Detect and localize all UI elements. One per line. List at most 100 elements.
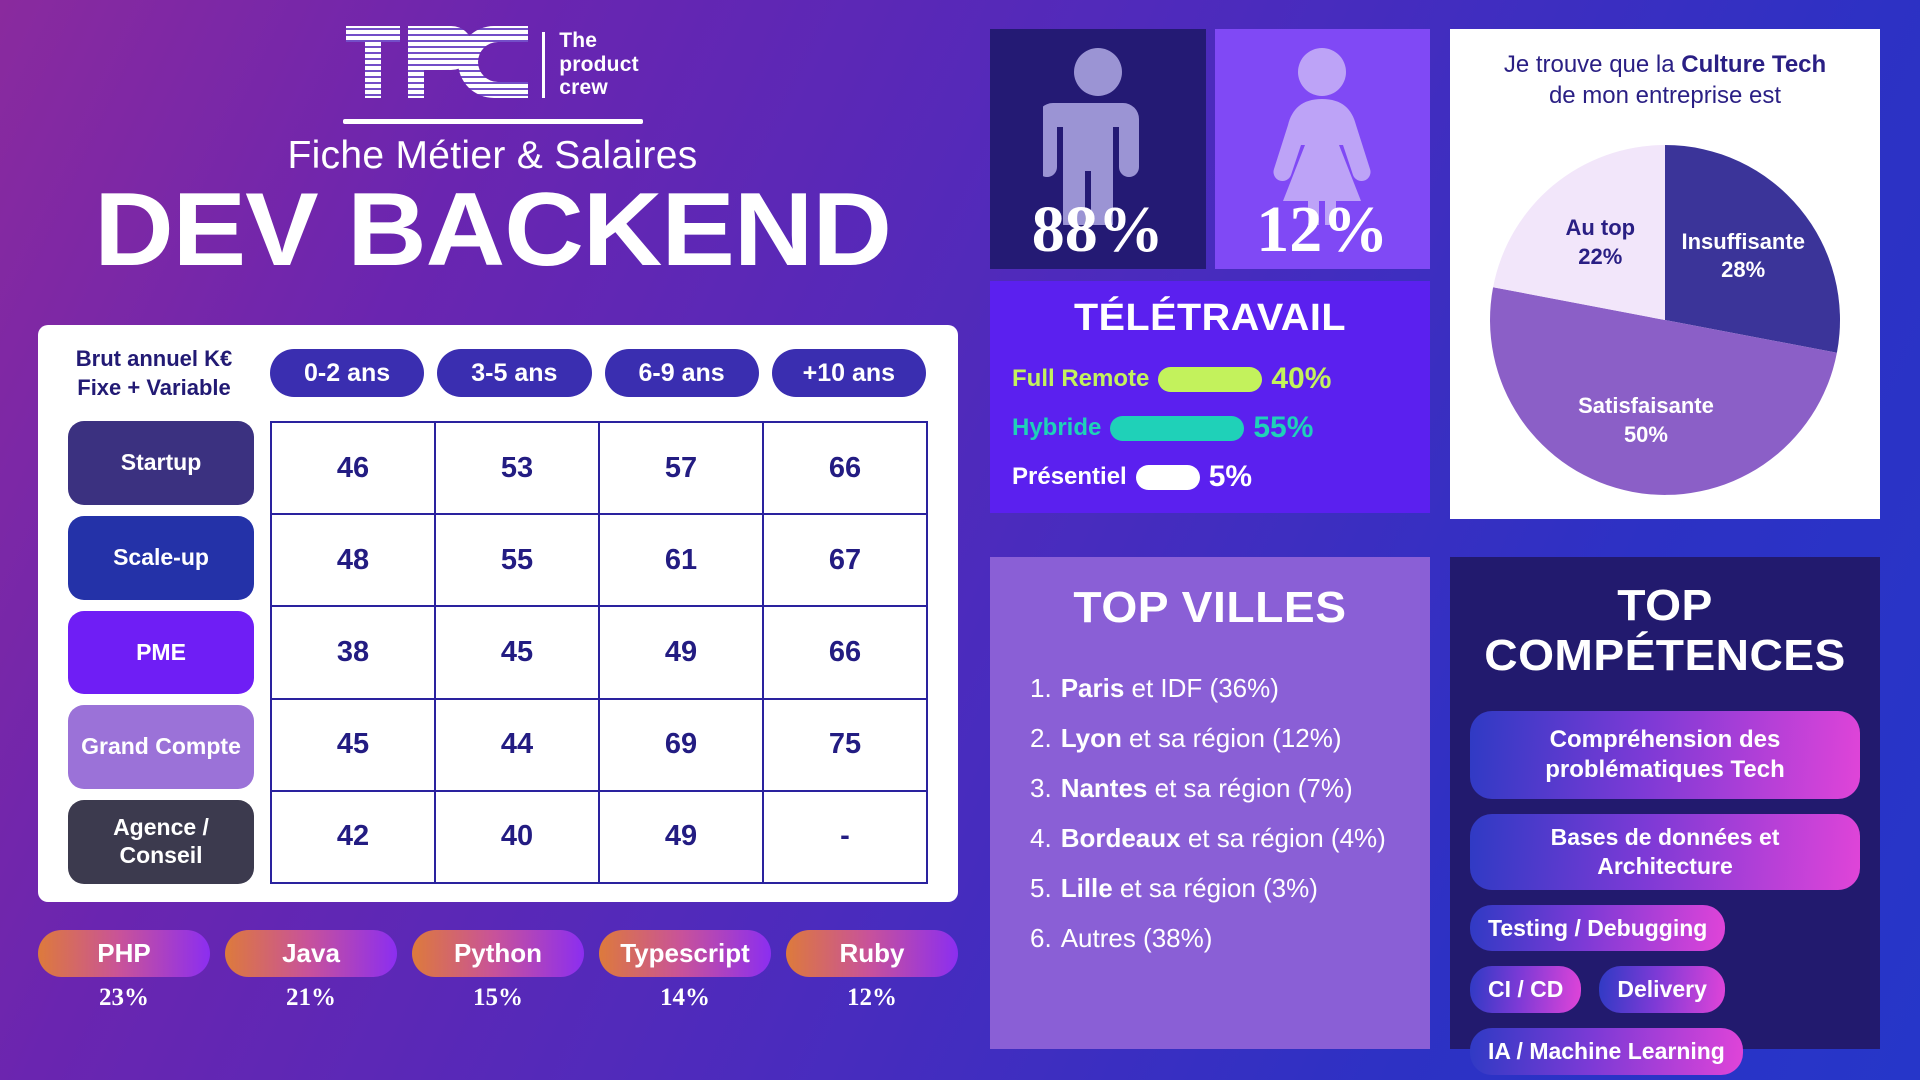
list-item: Typescript 14% [599, 930, 771, 1012]
salary-cell-1-1: 55 [436, 515, 600, 606]
city-text-1: Lyon et sa région (12%) [1060, 723, 1342, 753]
skill-pill-1[interactable]: Bases de données et Architecture [1470, 814, 1860, 890]
table-row: 38 45 49 66 [272, 607, 926, 700]
list-item: 6. Autres (38%) [1030, 923, 1404, 954]
experience-pill-3[interactable]: +10 ans [771, 349, 926, 397]
brand-tagline: The product crew [559, 29, 639, 100]
company-type-label-4[interactable]: Agence / Conseil [68, 800, 254, 884]
salary-cell-1-0: 48 [272, 515, 436, 606]
page-title: DEV BACKEND [94, 172, 892, 288]
language-list: PHP 23% Java 21% Python 15% Typescript 1… [38, 930, 958, 1012]
skill-pill-0[interactable]: Compréhension des problématiques Tech [1470, 711, 1860, 799]
list-item: 4. Bordeaux et sa région (4%) [1030, 823, 1404, 854]
skill-pill-3[interactable]: CI / CD [1470, 966, 1582, 1013]
salary-table-unit-label: Brut annuel K€ Fixe + Variable [38, 344, 270, 402]
salary-cell-4-3: - [840, 820, 850, 853]
female-share-value: 12% [1256, 193, 1389, 266]
caption-suffix: de mon entreprise est [1548, 82, 1782, 110]
top-cities-card: TOP VILLES 1. Paris et IDF (36%) 2. Lyon… [990, 557, 1430, 1049]
logo-divider [542, 31, 546, 98]
salary-cell-3-2: 69 [600, 699, 764, 790]
remote-label-1: Hybride [1012, 414, 1102, 441]
remote-label-2: Présentiel [1012, 463, 1127, 490]
city-text-5: Autres (38%) [1060, 923, 1213, 953]
remote-bar-wrap-2 [1135, 464, 1200, 490]
experience-pill-2[interactable]: 6-9 ans [604, 349, 759, 397]
remote-bar-0 [1158, 366, 1263, 392]
company-type-label-2[interactable]: PME [68, 610, 254, 695]
tagline-line-2: product [559, 52, 639, 76]
table-row: 48 55 61 67 [272, 515, 926, 608]
remote-value-1: 55% [1253, 411, 1314, 444]
culture-tech-pie-chart: Insuffisante 28% Satisfaisante 50% Au top 2… [1450, 125, 1880, 535]
pie-slice-label-1: Satisfaisante 50% [1578, 393, 1714, 447]
caption-prefix: Je trouve que la [1503, 51, 1682, 78]
male-share-value: 88% [1031, 193, 1164, 266]
top-skills-card: TOP COMPÉTENCES Compréhension des problé… [1450, 557, 1880, 1075]
language-pill-3[interactable]: Typescript [599, 930, 771, 977]
table-row: 42 40 49 - [272, 791, 926, 883]
salary-value-grid: 46 53 57 66 48 55 61 67 38 45 49 66 45 44 69 75 42 40 49- [270, 421, 928, 884]
language-pct-3: 14% [660, 984, 710, 1011]
top-cities-list: 1. Paris et IDF (36%) 2. Lyon et sa régi… [1016, 673, 1404, 954]
brand-logo-block: The product crew [0, 26, 985, 124]
remote-row-1: Hybride 55% [1012, 411, 1408, 445]
left-column: The product crew Fiche Métier & Salaires… [0, 0, 985, 1080]
skill-row-1: Bases de données et Architecture [1470, 814, 1860, 890]
remote-value-0: 40% [1271, 362, 1332, 395]
company-type-label-0[interactable]: Startup [68, 421, 254, 505]
company-type-labels: Startup Scale-up PME Grand Compte Agence / C… [38, 421, 270, 884]
list-item: Ruby 12% [786, 930, 958, 1012]
language-pct-0: 23% [99, 984, 149, 1011]
salary-cell-2-3: 66 [828, 636, 862, 668]
skill-pill-2[interactable]: Testing / Debugging [1470, 904, 1726, 952]
city-rank-0: 1. [1030, 673, 1052, 703]
salary-cell-3-0: 45 [272, 699, 436, 790]
remote-work-title: TÉLÉTRAVAIL [1073, 297, 1347, 339]
remote-work-card: TÉLÉTRAVAIL Full Remote 40% Hybride 55% … [990, 281, 1430, 513]
middle-column: 88% 12% TÉLÉTRAVAIL Full Remote 40% Hybr… [985, 0, 1445, 1080]
list-item: PHP 23% [38, 930, 210, 1012]
city-rank-3: 4. [1030, 823, 1052, 853]
skill-row-2: Testing / Debugging [1470, 904, 1860, 952]
experience-pill-1[interactable]: 3-5 ans [437, 349, 592, 397]
tagline-line-1: The [559, 28, 598, 52]
salary-cell-0-3: 66 [828, 451, 862, 484]
list-item: 3. Nantes et sa région (7%) [1030, 773, 1404, 804]
remote-bar-wrap-0 [1158, 366, 1263, 392]
experience-pill-0[interactable]: 0-2 ans [270, 349, 425, 397]
salary-cell-4-1: 40 [436, 791, 600, 883]
table-row: 46 53 57 66 [272, 423, 926, 516]
city-text-2: Nantes et sa région (7%) [1060, 773, 1353, 803]
list-item: Java 21% [225, 930, 397, 1012]
language-pill-0[interactable]: PHP [38, 930, 210, 977]
city-rank-5: 6. [1030, 923, 1052, 953]
top-cities-title: TOP VILLES [1073, 583, 1347, 632]
female-share-panel: 12% [1214, 29, 1430, 269]
culture-tech-caption: Je trouve que la Culture Tech de mon ent… [1450, 49, 1880, 111]
salary-cell-3-1: 44 [436, 699, 600, 790]
city-text-4: Lille et sa région (3%) [1060, 873, 1318, 903]
salary-table-card: Brut annuel K€ Fixe + Variable 0-2 ans 3-… [38, 325, 958, 902]
logo-underline-rule [342, 119, 643, 124]
language-pill-1[interactable]: Java [225, 930, 397, 977]
skill-pill-5[interactable]: IA / Machine Learning [1470, 1028, 1743, 1075]
city-rank-1: 2. [1030, 723, 1052, 753]
pie-slice-label-0: Insuffisante 28% [1681, 228, 1805, 283]
salary-cell-3-3: 75 [828, 728, 862, 761]
skill-pill-4[interactable]: Delivery [1599, 966, 1725, 1013]
company-type-label-1[interactable]: Scale-up [68, 515, 254, 600]
tpc-logo-icon [346, 26, 529, 103]
remote-work-bars: Full Remote 40% Hybride 55% Présentiel 5… [1012, 362, 1408, 494]
company-type-label-3[interactable]: Grand Compte [68, 705, 254, 790]
salary-table-body: Startup Scale-up PME Grand Compte Agence / C… [38, 421, 958, 884]
infographic-root: The product crew Fiche Métier & Salaires… [0, 0, 1920, 1080]
remote-bar-wrap-1 [1110, 415, 1245, 441]
salary-cell-0-2: 57 [600, 423, 764, 514]
city-text-0: Paris et IDF (36%) [1060, 673, 1279, 703]
pie-slice-label-2: Au top 22% [1565, 215, 1636, 269]
language-pill-2[interactable]: Python [412, 930, 584, 977]
language-pill-4[interactable]: Ruby [786, 930, 958, 977]
salary-cell-0-1: 53 [436, 423, 600, 514]
language-pct-2: 15% [473, 984, 523, 1011]
